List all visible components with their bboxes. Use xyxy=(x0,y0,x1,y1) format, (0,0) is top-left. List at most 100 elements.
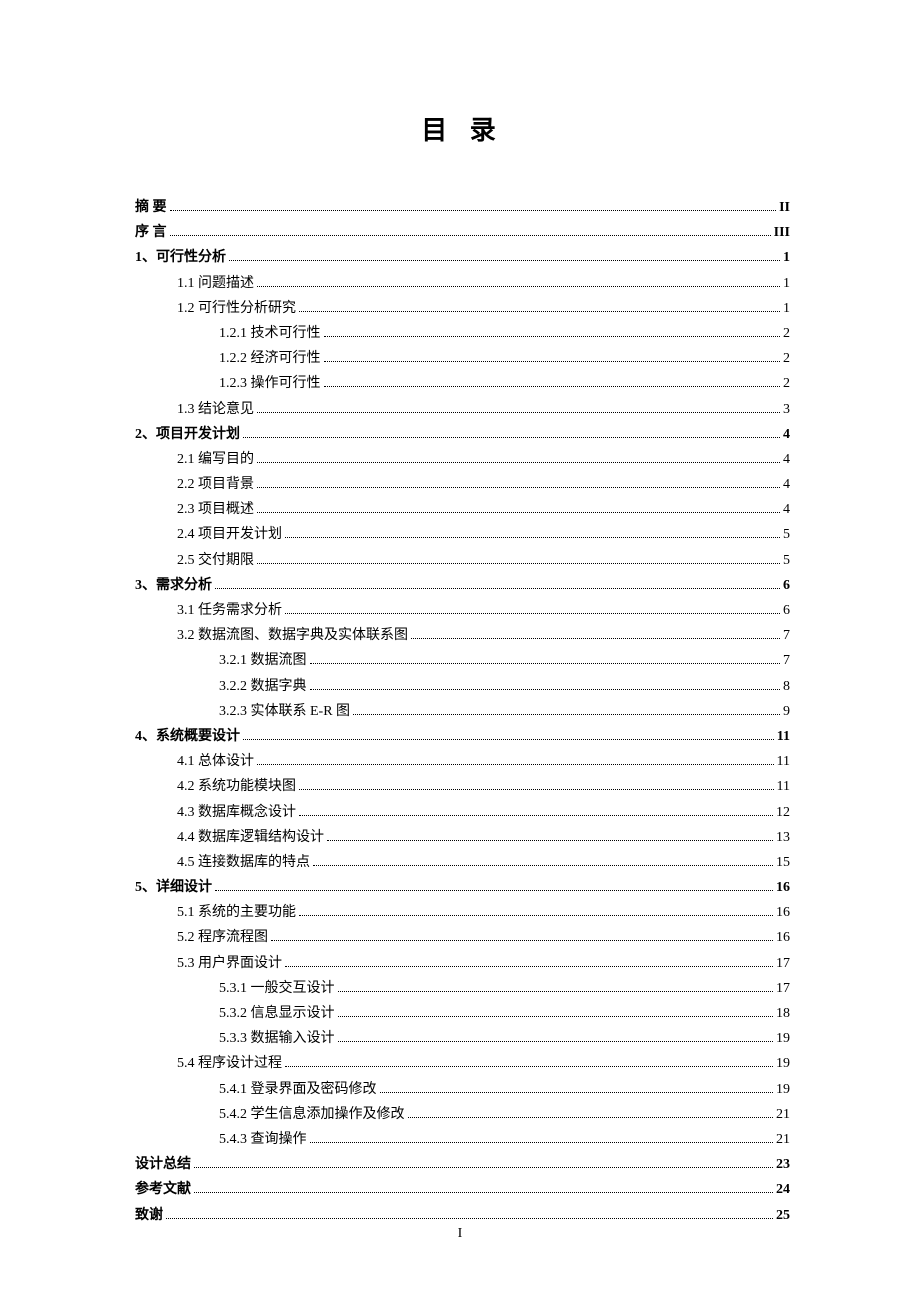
toc-entry-label: 2.1 编写目的 xyxy=(177,447,254,472)
toc-entry-page: 1 xyxy=(783,271,790,296)
toc-entry: 设计总结 23 xyxy=(135,1152,790,1177)
toc-leader-dots xyxy=(285,1066,773,1067)
toc-entry: 3.1 任务需求分析6 xyxy=(135,598,790,623)
toc-entry-label: 2.5 交付期限 xyxy=(177,548,254,573)
toc-leader-dots xyxy=(229,260,780,261)
toc-entry-page: 17 xyxy=(776,951,790,976)
toc-entry-page: 8 xyxy=(783,674,790,699)
toc-entry-label: 5.3.3 数据输入设计 xyxy=(219,1026,335,1051)
toc-entry-page: 18 xyxy=(776,1001,790,1026)
toc-entry-page: 5 xyxy=(783,522,790,547)
toc-entry: 4.3 数据库概念设计12 xyxy=(135,800,790,825)
toc-leader-dots xyxy=(243,437,780,438)
toc-entry-page: 15 xyxy=(776,850,790,875)
toc-entry: 2.1 编写目的 4 xyxy=(135,447,790,472)
toc-leader-dots xyxy=(257,412,780,413)
toc-leader-dots xyxy=(194,1167,773,1168)
toc-entry: 5.4.1 登录界面及密码修改 19 xyxy=(135,1077,790,1102)
toc-entry-page: 3 xyxy=(783,397,790,422)
toc-leader-dots xyxy=(243,739,774,740)
toc-entry-page: 7 xyxy=(783,623,790,648)
toc-entry-page: 6 xyxy=(783,598,790,623)
toc-entry-page: 2 xyxy=(783,321,790,346)
toc-entry-page: III xyxy=(774,220,790,245)
toc-entry-page: 16 xyxy=(776,875,790,900)
toc-leader-dots xyxy=(324,336,781,337)
toc-entry: 5.3.3 数据输入设计 19 xyxy=(135,1026,790,1051)
toc-entry-page: 16 xyxy=(776,900,790,925)
toc-entry: 3.2.3 实体联系 E-R 图9 xyxy=(135,699,790,724)
toc-entry-page: 1 xyxy=(783,245,790,270)
toc-leader-dots xyxy=(380,1092,774,1093)
toc-entry-label: 5.2 程序流程图 xyxy=(177,925,268,950)
toc-leader-dots xyxy=(299,915,773,916)
toc-entry-label: 3.2.1 数据流图 xyxy=(219,648,307,673)
toc-leader-dots xyxy=(257,487,780,488)
toc-entry: 5.3 用户界面设计17 xyxy=(135,951,790,976)
toc-entry-page: 16 xyxy=(776,925,790,950)
toc-entry-page: 23 xyxy=(776,1152,790,1177)
toc-entry: 序 言 III xyxy=(135,220,790,245)
toc-entry-label: 2.3 项目概述 xyxy=(177,497,254,522)
toc-entry-label: 4.2 系统功能模块图 xyxy=(177,774,296,799)
toc-entry: 4.2 系统功能模块图11 xyxy=(135,774,790,799)
toc-leader-dots xyxy=(353,714,780,715)
toc-entry-label: 3.2 数据流图、数据字典及实体联系图 xyxy=(177,623,408,648)
toc-entry: 3.2.1 数据流图7 xyxy=(135,648,790,673)
toc-entry-page: 2 xyxy=(783,346,790,371)
toc-leader-dots xyxy=(411,638,780,639)
toc-entry: 2.4 项目开发计划5 xyxy=(135,522,790,547)
page-title: 目 录 xyxy=(135,110,790,147)
toc-entry-label: 5、详细设计 xyxy=(135,875,212,900)
toc-entry-label: 5.4.1 登录界面及密码修改 xyxy=(219,1077,377,1102)
toc-entry: 致谢 25 xyxy=(135,1203,790,1228)
toc-entry: 1.2.1 技术可行性2 xyxy=(135,321,790,346)
toc-entry-page: 4 xyxy=(783,472,790,497)
toc-leader-dots xyxy=(257,462,780,463)
toc-entry: 2.3 项目概述4 xyxy=(135,497,790,522)
toc-entry-page: 2 xyxy=(783,371,790,396)
toc-entry-label: 5.3.2 信息显示设计 xyxy=(219,1001,335,1026)
toc-entry-label: 设计总结 xyxy=(135,1152,191,1177)
toc-entry: 3.2.2 数据字典8 xyxy=(135,674,790,699)
toc-entry-page: 19 xyxy=(776,1077,790,1102)
toc-entry: 2、项目开发计划4 xyxy=(135,422,790,447)
toc-entry-label: 3、需求分析 xyxy=(135,573,212,598)
toc-entry: 1.2.2 经济可行性 2 xyxy=(135,346,790,371)
toc-entry-page: 25 xyxy=(776,1203,790,1228)
toc-leader-dots xyxy=(257,563,780,564)
toc-entry: 5.3.1 一般交互设计17 xyxy=(135,976,790,1001)
toc-leader-dots xyxy=(271,940,773,941)
toc-leader-dots xyxy=(324,386,781,387)
toc-leader-dots xyxy=(166,1218,773,1219)
toc-entry-label: 5.1 系统的主要功能 xyxy=(177,900,296,925)
toc-leader-dots xyxy=(170,235,771,236)
toc-entry: 4.1 总体设计11 xyxy=(135,749,790,774)
toc-entry-page: 11 xyxy=(777,749,790,774)
toc-entry-label: 5.4.2 学生信息添加操作及修改 xyxy=(219,1102,405,1127)
page-number-footer: I xyxy=(0,1226,920,1242)
toc-leader-dots xyxy=(408,1117,774,1118)
toc-leader-dots xyxy=(285,613,780,614)
toc-leader-dots xyxy=(327,840,773,841)
toc-entry-label: 1.3 结论意见 xyxy=(177,397,254,422)
toc-entry-page: 9 xyxy=(783,699,790,724)
toc-entry-label: 5.3.1 一般交互设计 xyxy=(219,976,335,1001)
toc-entry-page: 19 xyxy=(776,1026,790,1051)
toc-entry-page: 6 xyxy=(783,573,790,598)
toc-entry-label: 1.2.2 经济可行性 xyxy=(219,346,321,371)
toc-entry-label: 致谢 xyxy=(135,1203,163,1228)
toc-entry-page: 5 xyxy=(783,548,790,573)
toc-entry-page: 1 xyxy=(783,296,790,321)
toc-entry: 5.1 系统的主要功能 16 xyxy=(135,900,790,925)
toc-entry: 3、需求分析 6 xyxy=(135,573,790,598)
toc-leader-dots xyxy=(285,966,773,967)
toc-entry: 5.4 程序设计过程19 xyxy=(135,1051,790,1076)
toc-entry-page: 21 xyxy=(776,1127,790,1152)
toc-leader-dots xyxy=(338,991,774,992)
toc-leader-dots xyxy=(310,663,781,664)
toc-leader-dots xyxy=(257,512,780,513)
toc-entry-label: 序 言 xyxy=(135,220,167,245)
toc-entry-page: 4 xyxy=(783,447,790,472)
toc-leader-dots xyxy=(170,210,777,211)
